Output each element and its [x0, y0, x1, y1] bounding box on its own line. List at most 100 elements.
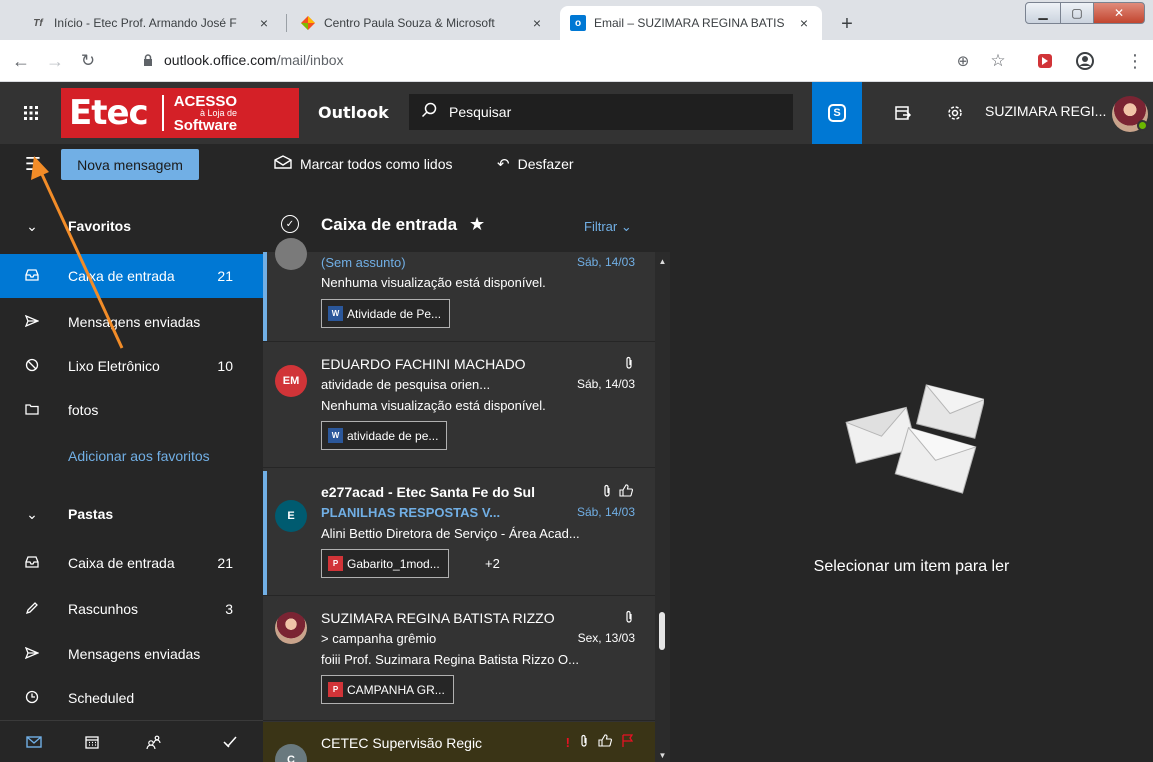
message-date: Sáb, 14/03 [576, 255, 635, 269]
tab-title: Centro Paula Souza & Microsoft [324, 16, 495, 30]
envelopes-illustration-icon [845, 384, 984, 494]
etec-logo[interactable]: Etec ACESSO à Loja de Software [61, 88, 299, 138]
search-box[interactable]: Pesquisar [409, 94, 793, 130]
close-window-button[interactable]: ✕ [1093, 2, 1145, 24]
select-all-check-icon[interactable]: ✓ [281, 215, 299, 233]
scroll-up-arrow-icon[interactable]: ▲ [655, 254, 670, 268]
my-day-icon[interactable] [890, 100, 916, 126]
paperclip-icon [625, 356, 633, 372]
bookmark-star-icon[interactable]: ☆ [985, 48, 1011, 74]
attachment-chip[interactable]: W atividade de pe... [321, 421, 448, 450]
flag-icon[interactable] [622, 734, 634, 750]
presence-status-icon [1137, 120, 1148, 131]
inbox-icon [22, 268, 42, 284]
nav-label: Lixo Eletrônico [68, 358, 160, 374]
message-list: ✓ Caixa de entrada ★ Filtrar ⌄ (Sem assu… [263, 184, 670, 762]
mark-all-read-button[interactable]: Marcar todos como lidos [274, 155, 453, 173]
scroll-down-arrow-icon[interactable]: ▼ [655, 748, 670, 762]
attachment-chip[interactable]: W Atividade de Pe... [321, 299, 451, 328]
folders-header[interactable]: ⌄ Pastas [0, 492, 263, 536]
calendar-icon[interactable] [80, 731, 104, 753]
pencil-icon [22, 601, 42, 618]
back-arrow-icon[interactable]: ← [8, 48, 34, 74]
message-item[interactable]: EM EDUARDO FACHINI MACHADO atividade de … [263, 343, 655, 468]
new-message-button[interactable]: Nova mensagem [61, 149, 199, 180]
undo-button[interactable]: ↶ Desfazer [497, 155, 574, 173]
browser-tab-outlook[interactable]: o Email – SUZIMARA REGINA BATIS × [560, 6, 822, 40]
message-preview: Nenhuma visualização está disponível. [321, 275, 546, 290]
empty-reading-pane-text: Selecionar um item para ler [813, 558, 1010, 575]
new-tab-button[interactable]: + [834, 11, 860, 37]
profile-icon[interactable] [1072, 48, 1098, 74]
tasks-check-icon[interactable] [218, 731, 242, 753]
reload-icon[interactable]: ↻ [75, 48, 101, 74]
undo-icon: ↶ [497, 156, 510, 173]
extension-icon[interactable] [1032, 48, 1058, 74]
forward-arrow-icon[interactable]: → [42, 48, 68, 74]
message-item[interactable]: E e277acad - Etec Santa Fe do Sul PLANIL… [263, 471, 655, 596]
folder-icon [22, 402, 42, 418]
chevron-down-icon: ⌄ [620, 219, 632, 234]
people-icon[interactable] [142, 731, 166, 753]
add-extension-icon[interactable]: ⊕ [950, 48, 976, 74]
maximize-window-button[interactable]: ▢ [1060, 2, 1094, 24]
browser-tab-etec[interactable]: Tf Início - Etec Prof. Armando José F × [20, 6, 282, 40]
attachment-name: atividade de pe... [347, 428, 439, 443]
minimize-window-button[interactable]: ▁ [1025, 2, 1061, 24]
more-attachments-count[interactable]: +2 [485, 556, 500, 571]
skype-button[interactable]: S [812, 82, 862, 144]
nav-folder-drafts[interactable]: Rascunhos 3 [0, 587, 263, 631]
sender-avatar [275, 612, 307, 644]
logo-divider [161, 95, 164, 131]
nav-label: Rascunhos [68, 601, 139, 617]
message-item[interactable]: C CETEC Supervisão Regic ! [263, 722, 655, 762]
message-item[interactable]: SUZIMARA REGINA BATISTA RIZZO > campanha… [263, 597, 655, 721]
word-file-icon: W [328, 428, 343, 443]
add-to-favorites-link[interactable]: Adicionar aos favoritos [0, 434, 263, 478]
nav-folder-scheduled[interactable]: Scheduled [0, 676, 263, 720]
message-sender: CETEC Supervisão Regic [321, 735, 483, 751]
sender-avatar [275, 238, 307, 270]
nav-folder-inbox[interactable]: Caixa de entrada 21 [0, 541, 263, 585]
attachment-chip[interactable]: P CAMPANHA GR... [321, 675, 454, 704]
unread-count: 21 [217, 555, 233, 571]
message-date: Sex, 13/03 [577, 631, 635, 645]
chevron-down-icon[interactable]: ⌄ [22, 218, 42, 235]
tab-separator [286, 14, 287, 32]
tab-title: Email – SUZIMARA REGINA BATIS [594, 16, 785, 30]
browser-tab-microsoft[interactable]: Centro Paula Souza & Microsoft × [290, 6, 555, 40]
user-name[interactable]: SUZIMARA REGI... [985, 103, 1106, 119]
nav-label: Caixa de entrada [68, 555, 175, 571]
hamburger-menu-icon[interactable]: ☰ [22, 154, 44, 174]
close-tab-icon[interactable]: × [529, 15, 545, 31]
nav-favorite-sent[interactable]: Mensagens enviadas [0, 300, 263, 344]
app-launcher-icon[interactable] [18, 100, 44, 126]
filter-button[interactable]: Filtrar ⌄ [584, 219, 632, 235]
close-tab-icon[interactable]: × [256, 15, 272, 31]
nav-folder-sent[interactable]: Mensagens enviadas [0, 632, 263, 676]
nav-favorite-junk[interactable]: Lixo Eletrônico 10 [0, 344, 263, 388]
nav-favorite-inbox[interactable]: Caixa de entrada 21 [0, 254, 263, 298]
favorite-star-icon[interactable]: ★ [469, 214, 485, 235]
address-bar[interactable]: outlook.office.com/mail/inbox [164, 52, 344, 68]
menu-dots-icon[interactable]: ⋮ [1122, 48, 1148, 74]
message-list-header: ✓ Caixa de entrada ★ Filtrar ⌄ [263, 184, 670, 252]
thumbs-up-icon[interactable] [598, 734, 612, 750]
message-flags [603, 484, 633, 500]
message-date: Sáb, 14/03 [576, 505, 635, 519]
attachment-chip[interactable]: P Gabarito_1mod... [321, 549, 449, 578]
chevron-down-icon[interactable]: ⌄ [22, 506, 42, 523]
close-tab-icon[interactable]: × [796, 15, 812, 31]
thumbs-up-icon[interactable] [619, 484, 633, 500]
scrollbar-thumb[interactable] [659, 612, 665, 650]
favorites-header[interactable]: ⌄ Favoritos [0, 204, 263, 248]
outlook-favicon-icon: o [570, 15, 586, 31]
mail-icon[interactable] [22, 731, 46, 753]
browser-tab-bar: Tf Início - Etec Prof. Armando José F × … [0, 0, 1153, 40]
nav-favorite-fotos[interactable]: fotos [0, 388, 263, 432]
message-item[interactable]: (Sem assunto) Sáb, 14/03 Nenhuma visuali… [263, 238, 655, 342]
settings-gear-icon[interactable] [942, 100, 968, 126]
message-list-scrollbar[interactable] [655, 252, 670, 762]
app-name[interactable]: Outlook [318, 103, 389, 122]
folders-label: Pastas [68, 506, 114, 522]
